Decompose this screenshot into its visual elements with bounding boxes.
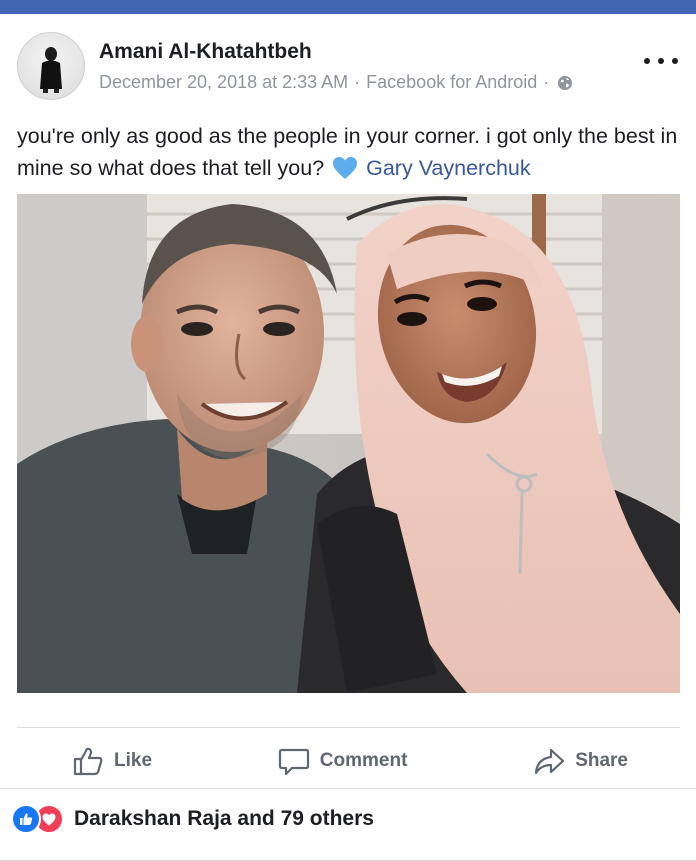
reactions-top-divider — [0, 788, 696, 789]
share-button[interactable]: Share — [533, 745, 628, 777]
share-arrow-icon — [535, 748, 565, 775]
post-photo[interactable] — [17, 194, 680, 693]
post-body: you're only as good as the people in you… — [17, 120, 679, 184]
mention-link[interactable]: Gary Vaynerchuk — [366, 156, 531, 180]
like-button[interactable]: Like — [72, 745, 152, 777]
app-top-bar — [0, 0, 696, 14]
thumbs-up-icon — [73, 747, 103, 776]
like-reaction-icon — [11, 804, 41, 834]
actions-top-divider — [17, 727, 680, 728]
blue-heart-icon — [333, 157, 358, 179]
post-source: Facebook for Android — [366, 72, 538, 92]
author-avatar[interactable] — [17, 32, 85, 100]
post-actions-bar: Like Comment Share — [17, 734, 680, 788]
comment-button[interactable]: Comment — [278, 745, 408, 777]
post-meta: December 20, 2018 at 2:33 AM · Facebook … — [99, 72, 573, 93]
meta-separator: · — [543, 72, 550, 92]
more-options-icon[interactable] — [644, 52, 678, 70]
post-timestamp[interactable]: December 20, 2018 at 2:33 AM — [99, 72, 348, 93]
like-label: Like — [114, 750, 153, 771]
post-card: Amani Al-Khatahtbeh December 20, 2018 at… — [0, 14, 696, 861]
avatar-figure-icon — [40, 47, 62, 93]
author-name[interactable]: Amani Al-Khatahtbeh — [99, 40, 312, 64]
reactions-text: Darakshan Raja and 79 others — [74, 807, 374, 830]
globe-icon[interactable] — [557, 75, 573, 91]
share-label: Share — [575, 750, 628, 771]
selfie-photo-illustration — [17, 194, 680, 693]
comment-bubble-icon — [278, 748, 309, 776]
reactions-summary[interactable]: Darakshan Raja and 79 others — [11, 804, 374, 834]
meta-separator: · — [354, 72, 361, 92]
comment-label: Comment — [319, 750, 408, 771]
